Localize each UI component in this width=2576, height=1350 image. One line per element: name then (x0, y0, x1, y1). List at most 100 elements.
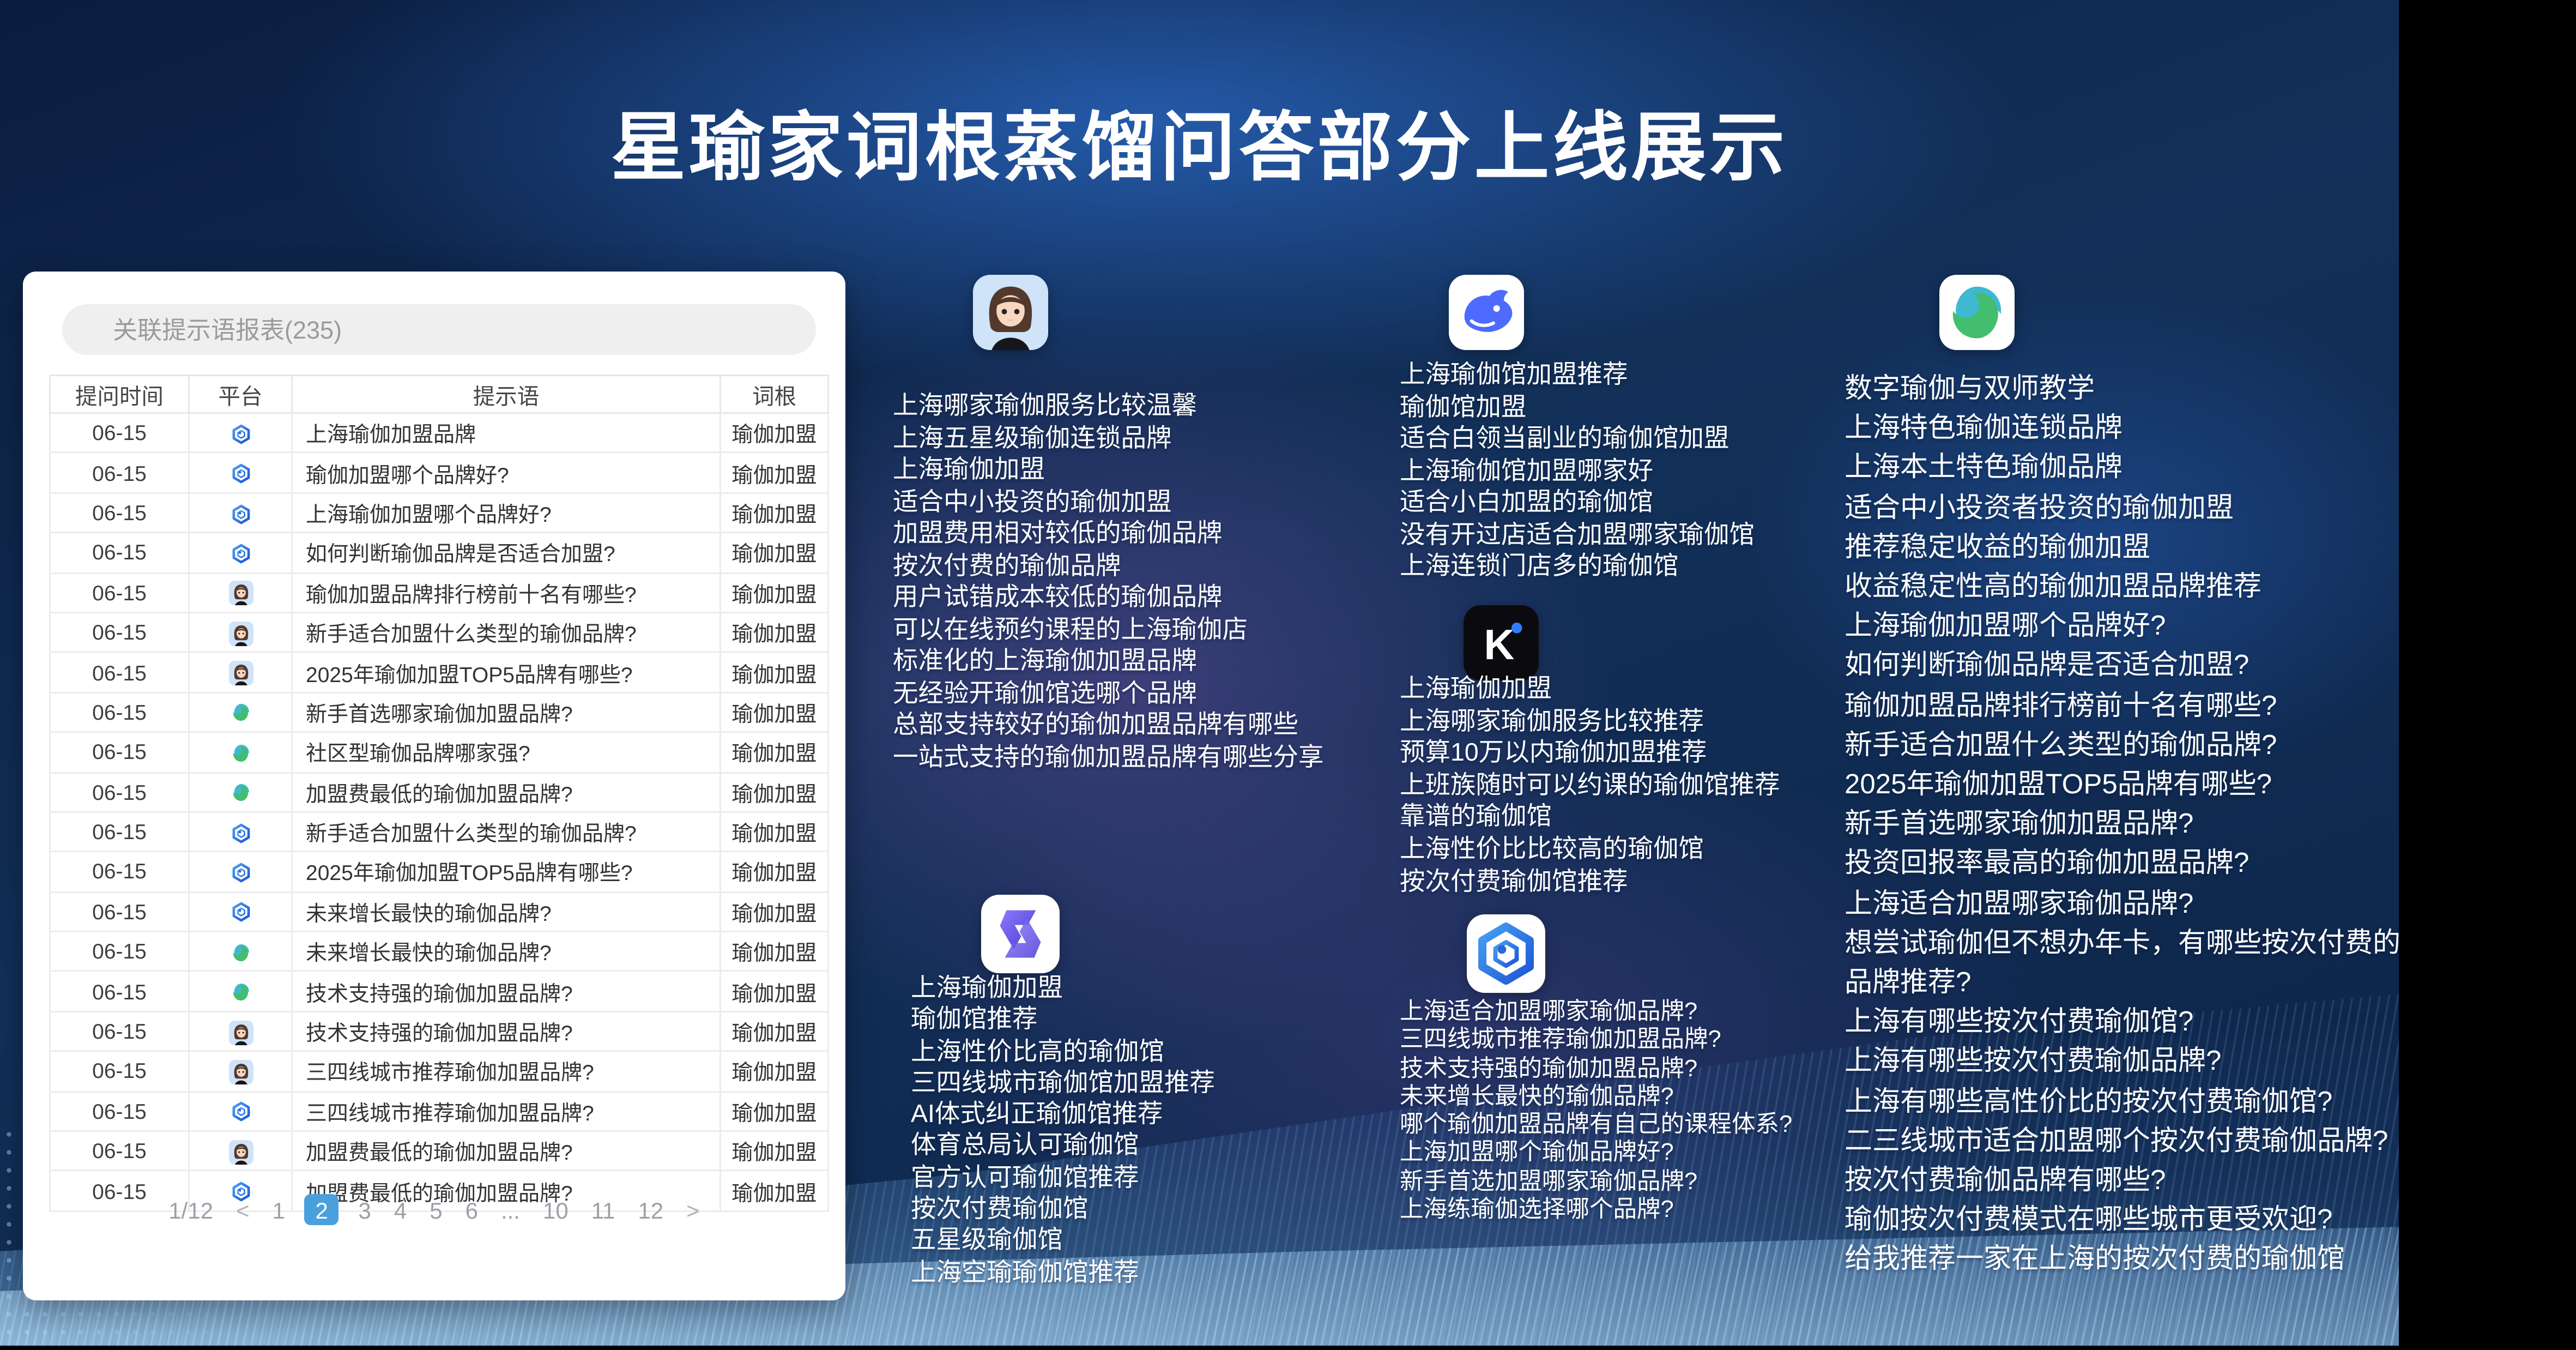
table-row: 06-15新手首选哪家瑜伽加盟品牌?瑜伽加盟 (50, 692, 829, 732)
question-item: 总部支持较好的瑜伽加盟品牌有哪些 (893, 710, 1436, 742)
question-item: 未来增长最快的瑜伽品牌? (1400, 1084, 1956, 1113)
question-item: 可以在线预约课程的上海瑜伽店 (893, 614, 1436, 647)
question-item: 2025年瑜伽加盟TOP5品牌有哪些? (1845, 766, 2399, 805)
question-item: 数字瑜伽与双师教学 (1845, 370, 2399, 409)
table-header: 提问时间 平台 提示语 词根 (50, 376, 829, 413)
cell-root-word: 瑜伽加盟 (721, 972, 829, 1011)
page-button-10[interactable]: 10 (543, 1197, 569, 1223)
cell-prompt: 技术支持强的瑜伽加盟品牌? (292, 1011, 721, 1051)
cell-prompt: 如何判断瑜伽品牌是否适合加盟? (292, 533, 721, 572)
cell-platform (189, 932, 292, 972)
cell-root-word: 瑜伽加盟 (721, 1091, 829, 1131)
question-item: 上海练瑜伽选择哪个品牌? (1400, 1197, 1956, 1226)
cell-ask-time: 06-15 (50, 892, 189, 932)
doubao-avatar-icon (228, 581, 253, 606)
question-list-doubao: 上海哪家瑜伽服务比较温馨上海五星级瑜伽连锁品牌上海瑜伽加盟适合中小投资的瑜伽加盟… (893, 391, 1436, 774)
cell-prompt: 技术支持强的瑜伽加盟品牌? (292, 972, 721, 1011)
col-header-time: 提问时间 (50, 376, 189, 413)
cell-platform (189, 493, 292, 533)
doubao-avatar-icon (228, 1020, 253, 1045)
next-page-button[interactable]: > (686, 1197, 700, 1223)
question-item: 给我推荐一家在上海的按次付费的瑜伽馆 (1845, 1240, 2399, 1280)
col-header-root: 词根 (721, 376, 829, 413)
green-swirl-icon (228, 741, 253, 766)
table-row: 06-15加盟费最低的瑜伽加盟品牌?瑜伽加盟 (50, 1131, 829, 1171)
blue-hexagon-icon (228, 461, 253, 486)
cell-root-word: 瑜伽加盟 (721, 1011, 829, 1051)
blue-hexagon-icon (228, 860, 253, 885)
cell-prompt: 新手适合加盟什么类型的瑜伽品牌? (292, 812, 721, 852)
page-title: 星瑜家词根蒸馏问答部分上线展示 (0, 104, 2399, 189)
page-button-11[interactable]: 11 (591, 1197, 615, 1223)
page-button-6[interactable]: 6 (465, 1197, 478, 1223)
page-button-3[interactable]: 3 (358, 1197, 371, 1223)
question-item: 三四线城市推荐瑜伽加盟品牌? (1400, 1028, 1956, 1056)
question-item: 按次付费的瑜伽品牌 (893, 551, 1436, 583)
page-button-2[interactable]: 2 (305, 1194, 338, 1225)
cell-root-word: 瑜伽加盟 (721, 932, 829, 972)
cell-prompt: 加盟费最低的瑜伽加盟品牌? (292, 1131, 721, 1171)
doubao-avatar-icon (228, 621, 253, 646)
question-item: 上海哪家瑜伽服务比较温馨 (893, 391, 1436, 423)
question-item: 上海五星级瑜伽连锁品牌 (893, 423, 1436, 455)
question-item: 上海适合加盟哪家瑜伽品牌? (1400, 999, 1956, 1028)
col-header-prompt: 提示语 (292, 376, 721, 413)
page-summary: 1/12 (168, 1197, 213, 1223)
green-swirl-icon (1939, 275, 2015, 350)
table-row: 06-15瑜伽加盟品牌排行榜前十名有哪些?瑜伽加盟 (50, 572, 829, 612)
question-item: 上海瑜伽加盟哪个品牌好? (1845, 607, 2399, 647)
cell-ask-time: 06-15 (50, 772, 189, 812)
question-item: 想尝试瑜伽但不想办年卡，有哪些按次付费的品牌推荐? (1845, 924, 2399, 1003)
question-item: 新手首选加盟哪家瑜伽品牌? (1400, 1169, 1956, 1197)
table-row: 06-15新手适合加盟什么类型的瑜伽品牌?瑜伽加盟 (50, 812, 829, 852)
table-row: 06-15 上海瑜伽加盟品牌瑜伽加盟 (50, 413, 829, 453)
cell-root-word: 瑜伽加盟 (721, 413, 829, 453)
question-item: 标准化的上海瑜伽加盟品牌 (893, 646, 1436, 678)
cell-platform (189, 772, 292, 812)
page-button-1[interactable]: 1 (273, 1197, 285, 1223)
page-button-12[interactable]: 12 (638, 1197, 663, 1223)
question-item: 一站式支持的瑜伽加盟品牌有哪些分享 (893, 742, 1436, 774)
cell-prompt: 上海瑜伽加盟品牌 (292, 413, 721, 453)
question-item: 上海本土特色瑜伽品牌 (1845, 449, 2399, 489)
table-row: 06-15瑜伽加盟哪个品牌好?瑜伽加盟 (50, 453, 829, 493)
question-item: 新手适合加盟什么类型的瑜伽品牌? (1845, 726, 2399, 766)
cell-ask-time: 06-15 (50, 413, 189, 453)
pagination: 1/12<123456...101112> (23, 1194, 845, 1225)
cell-ask-time: 06-15 (50, 572, 189, 612)
cell-ask-time: 06-15 (50, 852, 189, 891)
cell-prompt: 2025年瑜伽加盟TOP5品牌有哪些? (292, 852, 721, 891)
table-row: 06-152025年瑜伽加盟TOP5品牌有哪些?瑜伽加盟 (50, 653, 829, 692)
cell-prompt: 加盟费最低的瑜伽加盟品牌? (292, 772, 721, 812)
slide-background: 星瑜家词根蒸馏问答部分上线展示 关联提示语报表(235) 提问时间 平台 提示语… (0, 0, 2399, 1346)
question-item: 上海特色瑜伽连锁品牌 (1845, 409, 2399, 449)
page-button-4[interactable]: 4 (394, 1197, 407, 1223)
cell-platform (189, 972, 292, 1011)
table-row: 06-15技术支持强的瑜伽加盟品牌?瑜伽加盟 (50, 1011, 829, 1051)
prev-page-button[interactable]: < (236, 1197, 250, 1223)
cell-platform (189, 1131, 292, 1171)
cell-prompt: 瑜伽加盟品牌排行榜前十名有哪些? (292, 572, 721, 612)
page-button-5[interactable]: 5 (430, 1197, 442, 1223)
question-item: 上海瑜伽加盟 (911, 973, 1450, 1005)
blue-hexagon-icon (228, 900, 253, 925)
question-item: 如何判断瑜伽品牌是否适合加盟? (1845, 647, 2399, 686)
cell-root-word: 瑜伽加盟 (721, 453, 829, 493)
table-row: 06-15三四线城市推荐瑜伽加盟品牌?瑜伽加盟 (50, 1091, 829, 1131)
table-row: 06-15三四线城市推荐瑜伽加盟品牌?瑜伽加盟 (50, 1051, 829, 1091)
deepseek-whale-icon (1449, 275, 1524, 350)
cell-ask-time: 06-15 (50, 932, 189, 972)
question-item: 适合中小投资的瑜伽加盟 (893, 487, 1436, 519)
cell-ask-time: 06-15 (50, 972, 189, 1011)
green-swirl-icon (228, 940, 253, 965)
blue-hexagon-icon (1467, 914, 1545, 993)
cell-platform (189, 852, 292, 891)
table-row: 06-15新手适合加盟什么类型的瑜伽品牌?瑜伽加盟 (50, 612, 829, 652)
question-item: 加盟费用相对较低的瑜伽品牌 (893, 519, 1436, 551)
report-header-label: 关联提示语报表(235) (113, 312, 342, 347)
kimi-icon (1464, 605, 1539, 680)
cell-root-word: 瑜伽加盟 (721, 1131, 829, 1171)
blue-hexagon-icon (228, 1100, 253, 1124)
table-row: 06-15如何判断瑜伽品牌是否适合加盟?瑜伽加盟 (50, 533, 829, 572)
cell-ask-time: 06-15 (50, 812, 189, 852)
